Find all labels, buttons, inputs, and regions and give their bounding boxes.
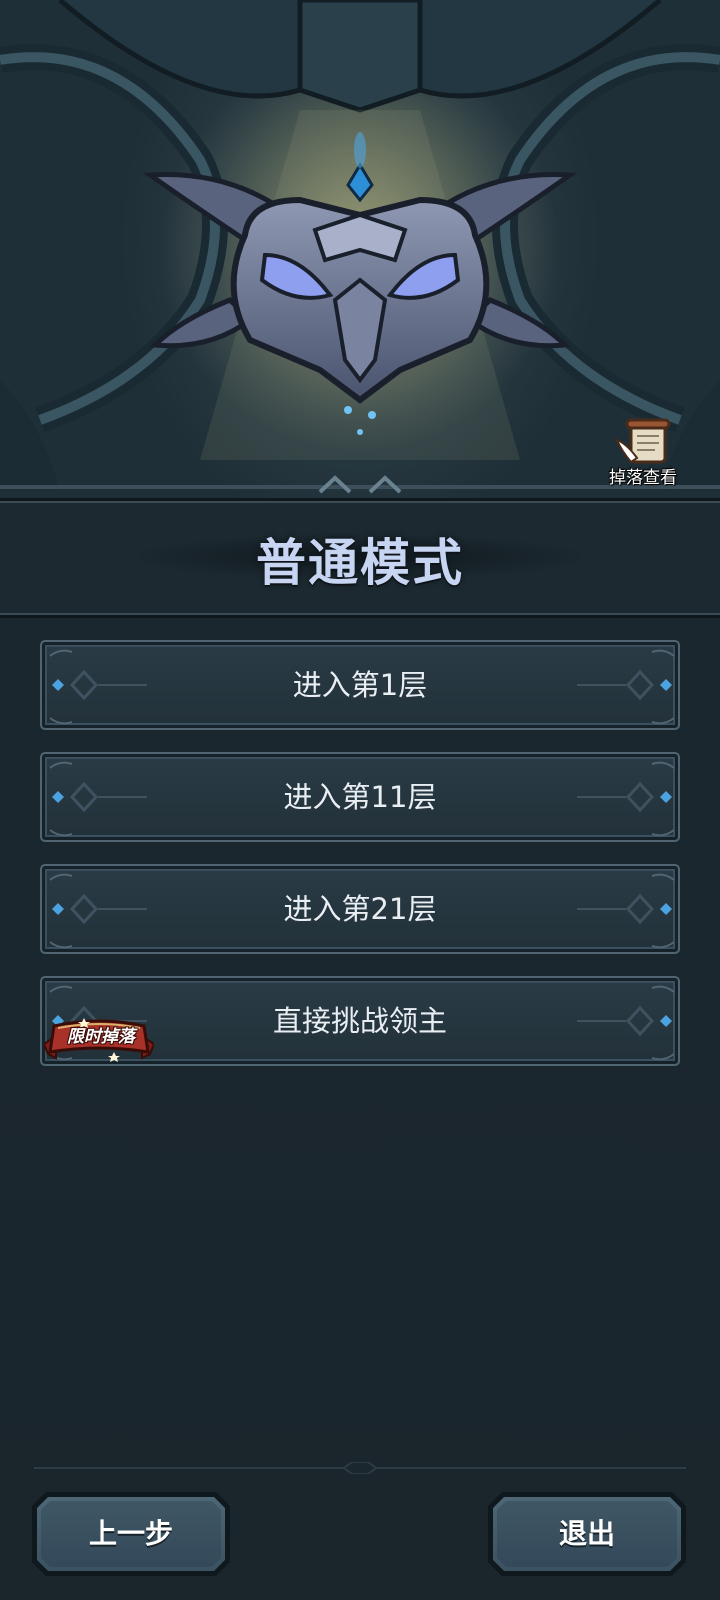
boss-art-panel: 掉落查看 (0, 0, 720, 498)
mode-title-band: 普通模式 (0, 498, 720, 618)
bottom-divider (34, 1462, 686, 1474)
page-title: 普通模式 (256, 534, 464, 592)
exit-button-label: 退出 (558, 1517, 615, 1550)
exit-button[interactable]: 退出 (488, 1492, 686, 1576)
challenge-lord-button[interactable]: 直接挑战领主 限时掉落 (40, 976, 680, 1066)
enter-floor-11-button[interactable]: 进入第11层 (40, 752, 680, 842)
enter-floor-21-button[interactable]: 进入第21层 (40, 864, 680, 954)
enter-floor-21-label: 进入第21层 (283, 892, 437, 926)
back-button[interactable]: 上一步 (32, 1492, 230, 1576)
drop-view-label: 掉落查看 (609, 468, 677, 488)
enter-floor-11-label: 进入第11层 (283, 780, 437, 814)
limited-drop-badge: 限时掉落 (44, 1014, 154, 1064)
enter-floor-1-button[interactable]: 进入第1层 (40, 640, 680, 730)
back-button-label: 上一步 (88, 1517, 173, 1550)
limited-drop-label: 限时掉落 (67, 1027, 135, 1047)
drop-view-button[interactable]: 掉落查看 (600, 418, 686, 488)
enter-floor-1-label: 进入第1层 (292, 668, 428, 702)
floor-select-screen: 掉落查看 普通模式 进入第1层 进入第11层 进入第21层 直接挑战领主 限时掉… (0, 0, 720, 1600)
